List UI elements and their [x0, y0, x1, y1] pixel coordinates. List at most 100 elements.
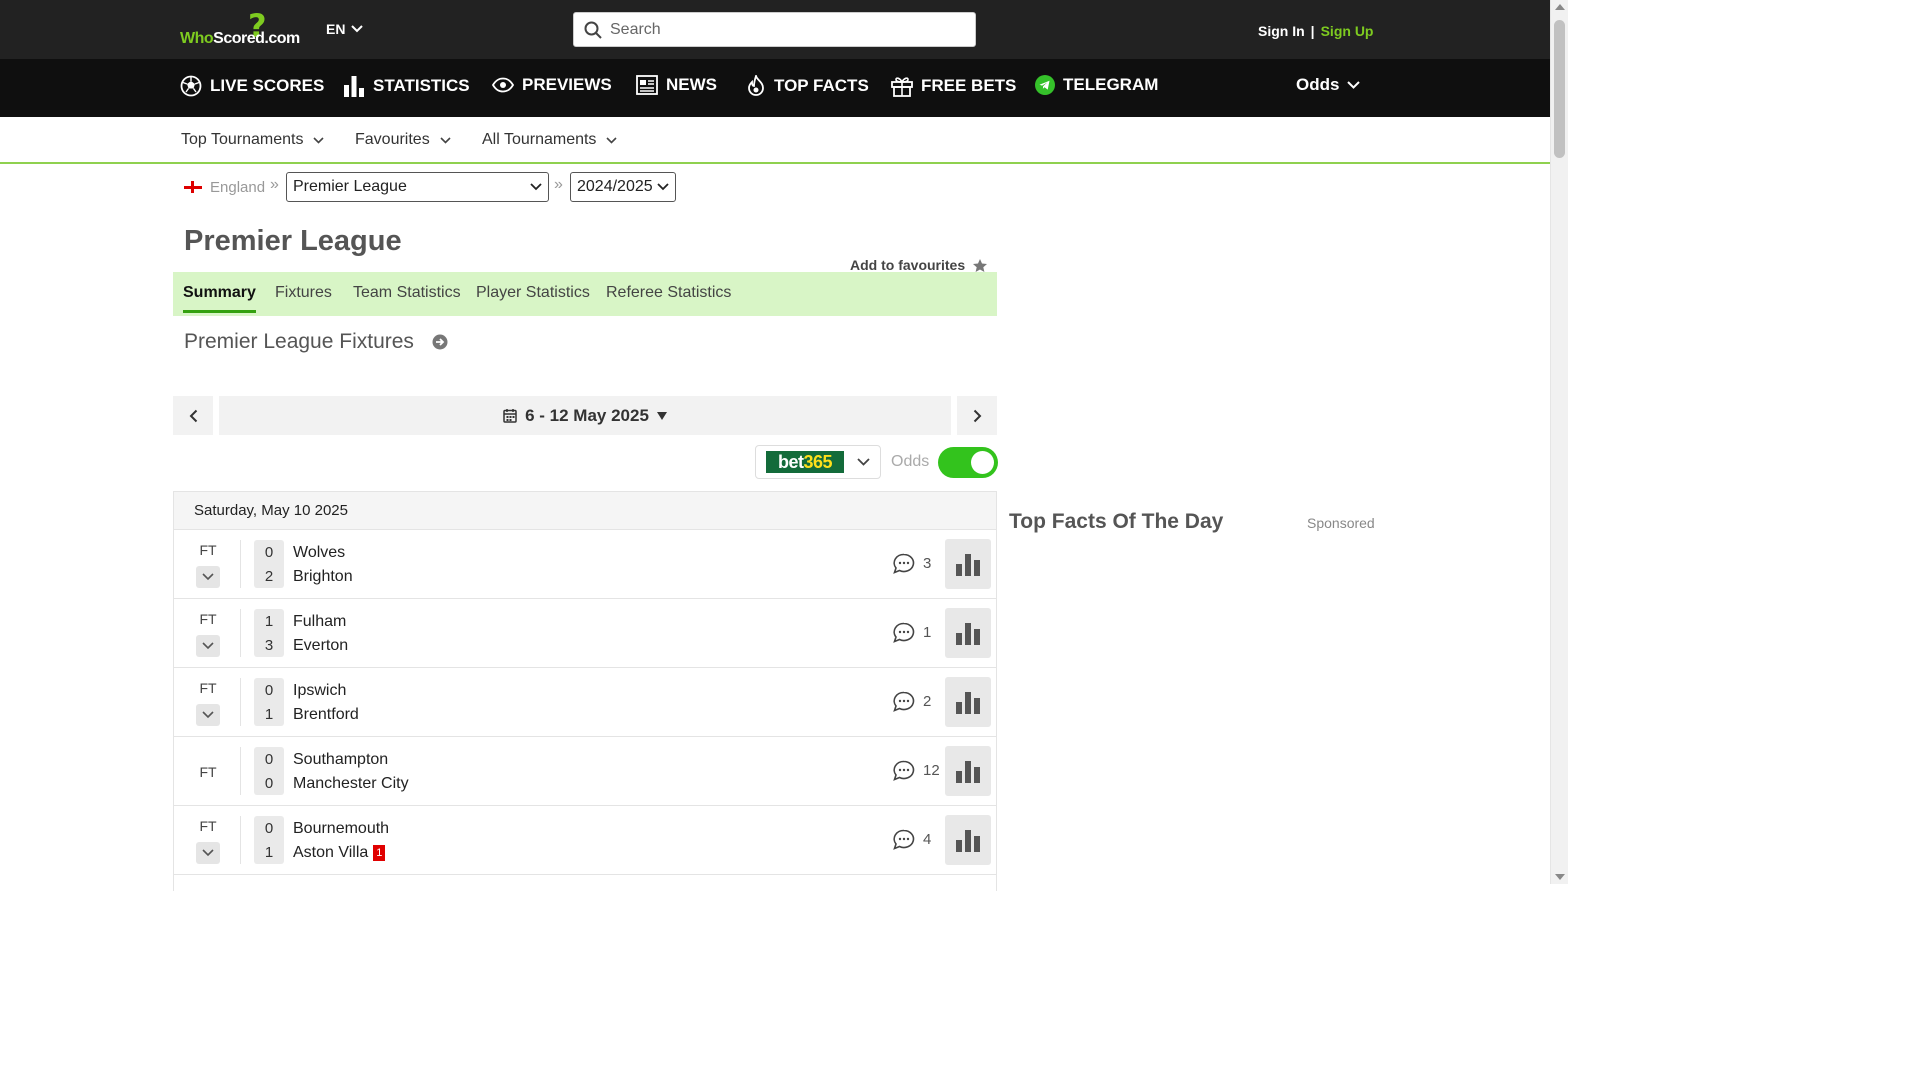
match-comments[interactable]: 2	[893, 691, 931, 712]
home-team[interactable]: Wolves	[293, 541, 353, 565]
away-team[interactable]: Brighton	[293, 565, 353, 589]
eye-icon	[492, 77, 514, 93]
telegram-icon	[1035, 75, 1055, 95]
away-score: 1	[264, 706, 274, 723]
nav-statistics-label: STATISTICS	[373, 76, 470, 95]
chevron-down-icon	[606, 136, 618, 144]
match-centre-button[interactable]	[945, 677, 991, 727]
divider	[240, 540, 241, 588]
tournament-tabs: Summary Fixtures Team Statistics Player …	[173, 272, 997, 316]
previous-week-button[interactable]	[173, 396, 213, 435]
scroll-down-arrow-icon[interactable]	[1555, 874, 1565, 880]
expand-match-button[interactable]	[196, 704, 220, 726]
nav-telegram[interactable]: TELEGRAM	[1035, 75, 1158, 95]
home-team[interactable]: Ipswich	[293, 679, 359, 703]
tab-player-statistics[interactable]: Player Statistics	[476, 284, 590, 302]
sponsored-label: Sponsored	[1307, 515, 1375, 531]
away-team[interactable]: Brentford	[293, 703, 359, 727]
away-team[interactable]: Everton	[293, 634, 348, 658]
odds-toggle[interactable]	[938, 446, 999, 478]
date-range-picker[interactable]: 6 - 12 May 2025	[219, 396, 951, 435]
tab-referee-statistics[interactable]: Referee Statistics	[606, 284, 731, 302]
match-teams[interactable]: Bournemouth Aston Villa 1	[293, 817, 389, 865]
match-centre-button[interactable]	[945, 608, 991, 658]
add-to-favourites-button[interactable]: Add to favourites	[850, 257, 988, 273]
nav-telegram-label: TELEGRAM	[1063, 75, 1159, 94]
search-input[interactable]	[610, 20, 950, 39]
expand-match-button[interactable]	[196, 635, 220, 657]
breadcrumb-separator: »	[554, 176, 563, 193]
score-box: 01	[254, 678, 284, 726]
arrow-right-circle-icon[interactable]	[432, 334, 448, 350]
nav-previews[interactable]: PREVIEWS	[492, 75, 612, 95]
next-week-button[interactable]	[957, 396, 997, 435]
favourites-dropdown[interactable]: Favourites	[355, 131, 451, 149]
nav-live-scores[interactable]: LIVE SCORES	[180, 75, 324, 97]
page-scrollbar[interactable]	[1550, 0, 1568, 884]
match-centre-button[interactable]	[945, 539, 991, 589]
scrollbar-thumb[interactable]	[1554, 20, 1565, 158]
expand-match-button[interactable]	[196, 566, 220, 588]
bet365-logo: bet 365	[766, 451, 844, 473]
bookmaker-select[interactable]: bet 365	[755, 445, 881, 479]
comment-count: 2	[923, 693, 932, 710]
nav-news[interactable]: NEWS	[636, 75, 717, 95]
match-status: FT	[199, 764, 217, 780]
top-tournaments-dropdown[interactable]: Top Tournaments	[181, 131, 325, 149]
tab-team-statistics[interactable]: Team Statistics	[353, 284, 461, 302]
sign-in-link[interactable]: Sign In	[1258, 23, 1305, 39]
match-teams[interactable]: Fulham Everton	[293, 610, 348, 658]
home-team[interactable]: Bournemouth	[293, 817, 389, 841]
match-comments[interactable]: 12	[893, 760, 940, 781]
home-team[interactable]: Southampton	[293, 748, 409, 772]
date-navigator: 6 - 12 May 2025	[173, 396, 997, 435]
star-icon	[973, 258, 988, 272]
away-score: 2	[264, 568, 274, 585]
tournament-select[interactable]: Premier League	[286, 172, 549, 202]
chevron-down-icon	[202, 642, 214, 650]
tab-fixtures[interactable]: Fixtures	[275, 284, 332, 302]
language-selector[interactable]: EN	[326, 21, 364, 37]
match-teams[interactable]: Wolves Brighton	[293, 541, 353, 589]
match-row: FT 02 Wolves Brighton 3	[174, 530, 996, 599]
away-team[interactable]: Manchester City	[293, 772, 409, 796]
caret-down-icon	[656, 411, 667, 420]
scroll-up-arrow-icon[interactable]	[1555, 4, 1565, 10]
home-score: 0	[264, 751, 274, 768]
expand-match-button[interactable]	[196, 842, 220, 864]
logo-domain: .com	[264, 30, 300, 47]
chevron-down-icon	[313, 136, 325, 144]
bar-chart-icon	[956, 554, 980, 576]
search-box[interactable]	[573, 12, 976, 47]
auth-separator: |	[1310, 23, 1315, 39]
fixtures-title[interactable]: Premier League Fixtures	[184, 330, 414, 354]
breadcrumb-country[interactable]: England	[210, 179, 265, 196]
odds-format-dropdown[interactable]: Odds	[1296, 75, 1361, 95]
score-box: 00	[254, 747, 284, 795]
match-teams[interactable]: Ipswich Brentford	[293, 679, 359, 727]
nav-free-bets[interactable]: FREE BETS	[891, 75, 1016, 97]
sign-up-link[interactable]: Sign Up	[1321, 23, 1374, 39]
whoscored-logo[interactable]: ? WhoScored.com	[180, 10, 306, 48]
soccer-ball-icon	[180, 75, 202, 97]
match-comments[interactable]: 1	[893, 622, 931, 643]
match-centre-button[interactable]	[945, 815, 991, 865]
comment-count: 1	[923, 624, 932, 641]
chevron-left-icon	[189, 409, 197, 422]
match-comments[interactable]: 4	[893, 829, 931, 850]
match-teams[interactable]: Southampton Manchester City	[293, 748, 409, 796]
red-card-badge: 1	[373, 845, 386, 861]
match-centre-button[interactable]	[945, 746, 991, 796]
chevron-down-icon	[351, 25, 364, 33]
home-team[interactable]: Fulham	[293, 610, 348, 634]
match-status: FT	[199, 818, 217, 834]
nav-statistics[interactable]: STATISTICS	[343, 75, 470, 97]
all-tournaments-dropdown[interactable]: All Tournaments	[482, 131, 618, 149]
nav-top-facts[interactable]: TOP FACTS	[746, 75, 869, 97]
season-select[interactable]: 2024/2025	[570, 172, 676, 202]
home-score: 1	[264, 613, 274, 630]
away-team[interactable]: Aston Villa	[293, 844, 368, 861]
tab-summary[interactable]: Summary	[183, 284, 256, 313]
match-comments[interactable]: 3	[893, 553, 931, 574]
season-select-value: 2024/2025	[577, 178, 653, 195]
